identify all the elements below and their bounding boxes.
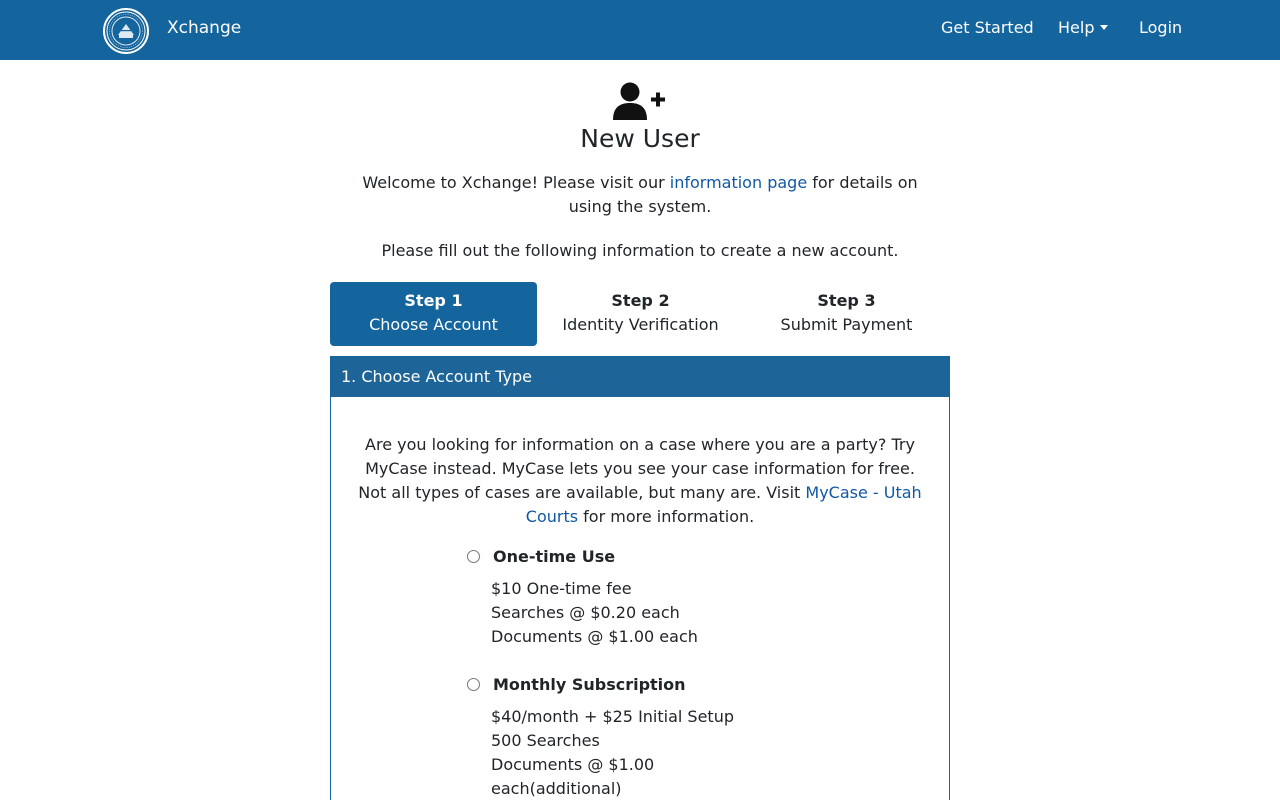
nav-help-dropdown[interactable]: Help: [1058, 18, 1109, 37]
user-plus-icon: [612, 82, 668, 120]
option-detail-line: Searches @ $0.20 each: [491, 603, 680, 622]
option-detail-line: each(additional): [491, 779, 622, 798]
mycase-notice-end: for more information.: [578, 507, 755, 526]
option-detail-line: Documents @ $1.00: [491, 755, 655, 774]
information-page-link[interactable]: information page: [670, 173, 807, 192]
step-2-tab[interactable]: Step 2 Identity Verification: [537, 282, 744, 346]
brand-link[interactable]: Xchange: [167, 18, 241, 38]
option-detail-line: $10 One-time fee: [491, 579, 632, 598]
step-2-subtitle: Identity Verification: [562, 315, 719, 334]
page-title: New User: [580, 124, 700, 153]
welcome-text: Welcome to Xchange! Please visit our inf…: [340, 171, 940, 219]
one-time-use-radio[interactable]: [467, 550, 480, 563]
step-2-title: Step 2: [611, 291, 670, 310]
step-3-tab[interactable]: Step 3 Submit Payment: [743, 282, 950, 346]
step-1-title: Step 1: [404, 291, 463, 310]
seal-icon[interactable]: [103, 8, 149, 54]
instructions-text: Please fill out the following informatio…: [381, 241, 899, 260]
option-detail-line: $40/month + $25 Initial Setup: [491, 707, 734, 726]
caret-down-icon: [1100, 25, 1109, 30]
top-navbar: Xchange Get Started Help Login: [0, 0, 1280, 60]
account-type-card: 1. Choose Account Type Are you looking f…: [330, 356, 950, 800]
option-detail-line: 500 Searches: [491, 731, 600, 750]
one-time-use-title[interactable]: One-time Use: [493, 547, 615, 567]
option-detail-line: Documents @ $1.00 each: [491, 627, 698, 646]
card-header: 1. Choose Account Type: [331, 357, 949, 397]
step-3-title: Step 3: [817, 291, 876, 310]
step-3-subtitle: Submit Payment: [780, 315, 913, 334]
monthly-subscription-radio[interactable]: [467, 678, 480, 691]
monthly-subscription-details: $40/month + $25 Initial Setup 500 Search…: [491, 705, 734, 800]
one-time-use-details: $10 One-time fee Searches @ $0.20 each D…: [491, 577, 698, 649]
step-1-subtitle: Choose Account: [369, 315, 498, 334]
step-1-tab[interactable]: Step 1 Choose Account: [330, 282, 537, 346]
mycase-notice: Are you looking for information on a cas…: [351, 433, 929, 529]
nav-get-started[interactable]: Get Started: [941, 18, 1034, 37]
welcome-text-start: Welcome to Xchange! Please visit our: [362, 173, 670, 192]
monthly-subscription-title[interactable]: Monthly Subscription: [493, 675, 686, 695]
nav-help-label: Help: [1058, 18, 1095, 37]
nav-login[interactable]: Login: [1139, 18, 1182, 37]
